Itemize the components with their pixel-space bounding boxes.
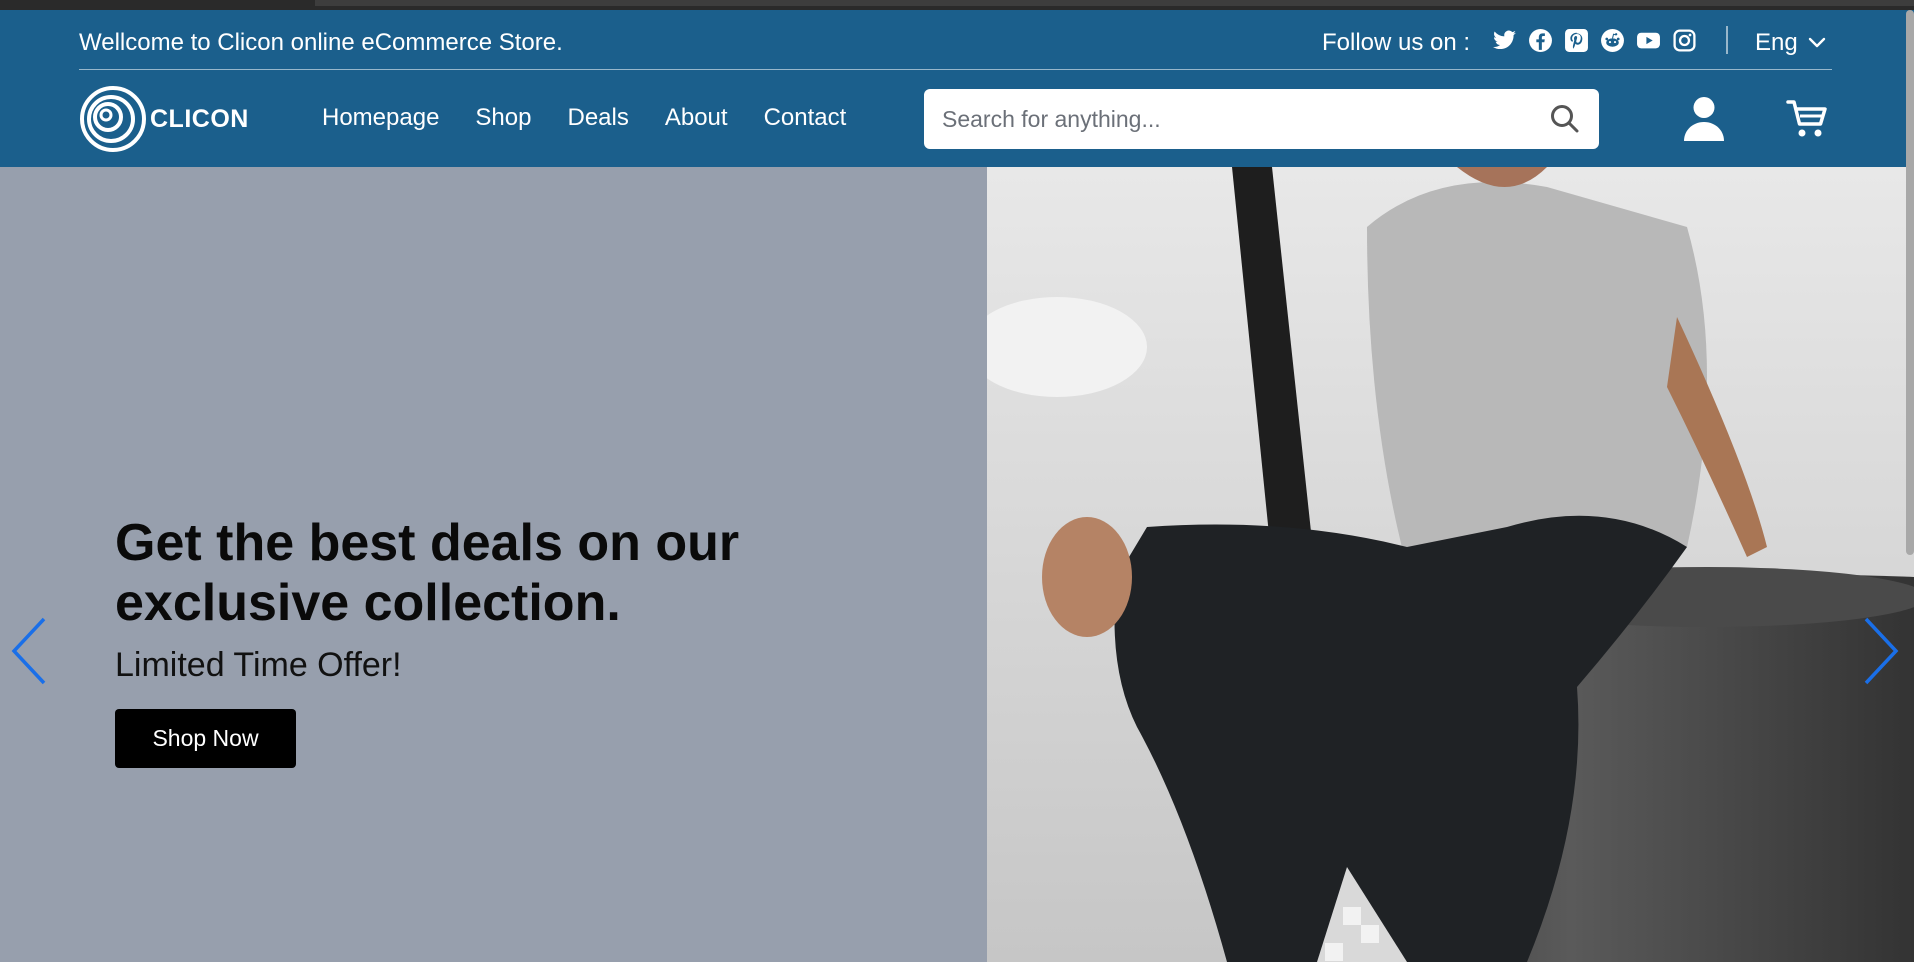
brand-name: CLICON xyxy=(150,104,249,133)
search-icon[interactable] xyxy=(1549,103,1581,135)
browser-tab-strip xyxy=(315,0,1914,6)
nav-item-about[interactable]: About xyxy=(665,104,728,132)
language-selector[interactable]: Eng xyxy=(1755,29,1826,57)
page-scrollbar[interactable] xyxy=(1906,10,1914,555)
hero-image xyxy=(987,167,1914,962)
search-input[interactable] xyxy=(942,89,1532,149)
browser-chrome-strip xyxy=(0,0,1914,10)
nav-item-deals[interactable]: Deals xyxy=(567,104,628,132)
primary-nav: Homepage Shop Deals About Contact xyxy=(322,104,846,132)
topbar-divider xyxy=(1726,26,1728,54)
chevron-left-icon xyxy=(11,617,46,685)
carousel-prev-button[interactable] xyxy=(8,615,52,687)
nav-item-contact[interactable]: Contact xyxy=(764,104,847,132)
pinterest-icon[interactable] xyxy=(1564,28,1589,53)
chevron-down-icon xyxy=(1808,37,1825,48)
brand-logo[interactable]: CLICON xyxy=(80,86,249,152)
twitter-icon[interactable] xyxy=(1492,28,1517,53)
hero-title: Get the best deals on our exclusive coll… xyxy=(115,514,740,632)
carousel-next-button[interactable] xyxy=(1858,615,1902,687)
site-header: Wellcome to Clicon online eCommerce Stor… xyxy=(0,10,1914,167)
cart-icon[interactable] xyxy=(1786,98,1828,140)
nav-item-homepage[interactable]: Homepage xyxy=(322,104,439,132)
reddit-icon[interactable] xyxy=(1600,28,1625,53)
instagram-icon[interactable] xyxy=(1672,28,1697,53)
youtube-icon[interactable] xyxy=(1636,28,1661,53)
shop-now-button[interactable]: Shop Now xyxy=(115,709,296,768)
welcome-message: Wellcome to Clicon online eCommerce Stor… xyxy=(79,29,563,56)
nav-item-shop[interactable]: Shop xyxy=(475,104,531,132)
main-nav-row: CLICON Homepage Shop Deals About Contact xyxy=(0,70,1914,167)
search-box xyxy=(924,89,1599,149)
hero-content: Get the best deals on our exclusive coll… xyxy=(115,513,815,768)
hero-carousel: Get the best deals on our exclusive coll… xyxy=(0,167,1914,962)
page-viewport: Wellcome to Clicon online eCommerce Stor… xyxy=(0,10,1914,962)
user-icon[interactable] xyxy=(1683,96,1725,142)
hero-subtitle: Limited Time Offer! xyxy=(115,646,402,684)
social-links xyxy=(1492,28,1697,53)
chevron-right-icon xyxy=(1864,617,1899,685)
follow-us-label: Follow us on : xyxy=(1322,29,1471,56)
clicon-logo-icon xyxy=(80,86,146,152)
top-bar: Wellcome to Clicon online eCommerce Stor… xyxy=(79,10,1832,70)
language-label: Eng xyxy=(1755,29,1798,56)
facebook-icon[interactable] xyxy=(1528,28,1553,53)
